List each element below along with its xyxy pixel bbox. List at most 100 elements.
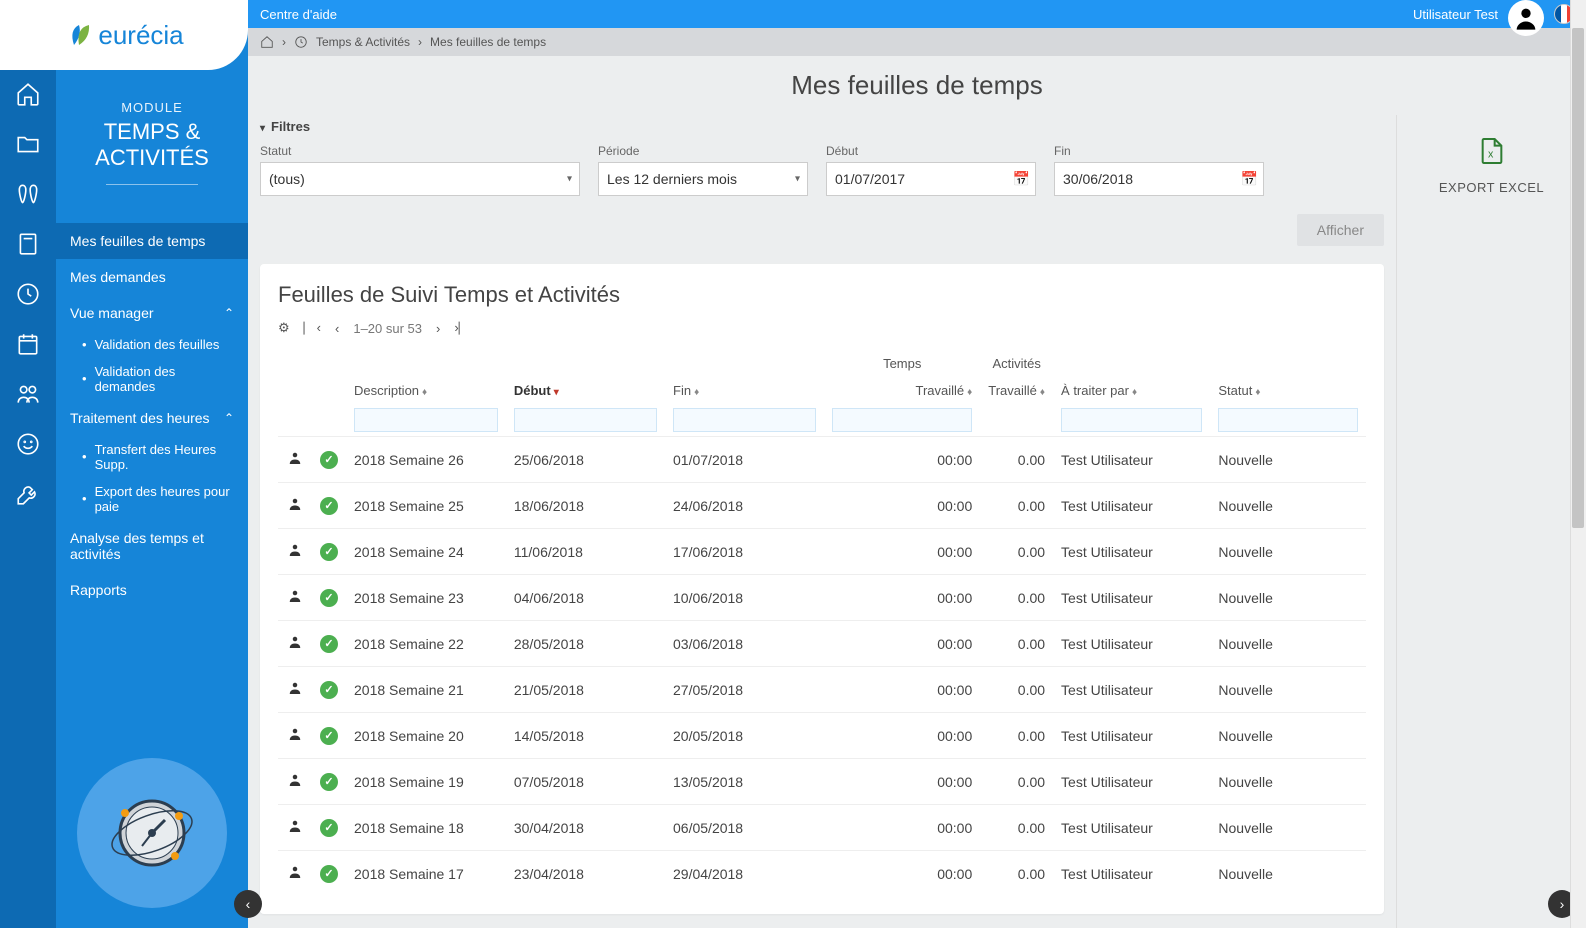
- help-link[interactable]: Centre d'aide: [260, 7, 337, 22]
- table-row[interactable]: 2018 Semaine 17 23/04/2018 29/04/2018 00…: [278, 851, 1366, 897]
- nav-sub-validation-feuilles[interactable]: Validation des feuilles: [56, 331, 248, 358]
- person-icon: [286, 776, 304, 792]
- people-icon[interactable]: [14, 380, 42, 408]
- cell-fin: 27/05/2018: [665, 667, 824, 713]
- wrench-icon[interactable]: [14, 480, 42, 508]
- cell-fin: 10/06/2018: [665, 575, 824, 621]
- table-row[interactable]: 2018 Semaine 26 25/06/2018 01/07/2018 00…: [278, 437, 1366, 483]
- th-label: Statut: [1218, 383, 1252, 398]
- cell-description: 2018 Semaine 19: [346, 759, 506, 805]
- filter-fin-col[interactable]: [673, 408, 816, 432]
- nav-label: Mes demandes: [70, 269, 166, 285]
- cell-description: 2018 Semaine 25: [346, 483, 506, 529]
- nav-sub-export-paie[interactable]: Export des heures pour paie: [56, 478, 248, 520]
- th-statut[interactable]: Statut♦: [1210, 377, 1366, 404]
- nav-item-traitement[interactable]: Traitement des heures⌃: [56, 400, 248, 436]
- cell-description: 2018 Semaine 18: [346, 805, 506, 851]
- th-fin[interactable]: Fin♦: [665, 377, 824, 404]
- clock-icon[interactable]: [14, 280, 42, 308]
- last-page-icon[interactable]: ›⎸: [454, 320, 471, 336]
- filter-temps[interactable]: [832, 408, 972, 432]
- clock-icon[interactable]: [294, 35, 308, 49]
- table-row[interactable]: 2018 Semaine 19 07/05/2018 13/05/2018 00…: [278, 759, 1366, 805]
- cell-statut: Nouvelle: [1210, 621, 1366, 667]
- filter-statut[interactable]: [260, 162, 580, 196]
- nav-item-feuilles[interactable]: Mes feuilles de temps: [56, 223, 248, 259]
- filter-debut[interactable]: [826, 162, 1036, 196]
- cell-fin: 13/05/2018: [665, 759, 824, 805]
- filter-a-traiter[interactable]: [1061, 408, 1202, 432]
- th-temps-travaille[interactable]: Travaillé♦: [824, 377, 980, 404]
- home-icon[interactable]: [260, 35, 274, 49]
- logo[interactable]: eurécia: [0, 0, 248, 70]
- cell-fin: 17/06/2018: [665, 529, 824, 575]
- breadcrumb-sep: ›: [418, 35, 422, 49]
- next-page-icon[interactable]: ›: [436, 321, 440, 336]
- export-label[interactable]: EXPORT EXCEL: [1407, 180, 1576, 195]
- table-row[interactable]: 2018 Semaine 21 21/05/2018 27/05/2018 00…: [278, 667, 1366, 713]
- table-row[interactable]: 2018 Semaine 18 30/04/2018 06/05/2018 00…: [278, 805, 1366, 851]
- afficher-button[interactable]: Afficher: [1297, 214, 1384, 246]
- cell-statut: Nouvelle: [1210, 759, 1366, 805]
- cell-debut: 11/06/2018: [506, 529, 665, 575]
- flipflop-icon[interactable]: [14, 180, 42, 208]
- check-circle-icon: [320, 819, 338, 837]
- table-row[interactable]: 2018 Semaine 25 18/06/2018 24/06/2018 00…: [278, 483, 1366, 529]
- page-title: Mes feuilles de temps: [248, 56, 1586, 115]
- scrollbar-thumb[interactable]: [1572, 28, 1584, 528]
- cell-a-traiter: Test Utilisateur: [1053, 437, 1210, 483]
- cell-description: 2018 Semaine 22: [346, 621, 506, 667]
- cell-description: 2018 Semaine 23: [346, 575, 506, 621]
- nav-sub-validation-demandes[interactable]: Validation des demandes: [56, 358, 248, 400]
- cell-a-traiter: Test Utilisateur: [1053, 575, 1210, 621]
- sidebar: eurécia MODULE TEMPS & ACTIVITÉS Mes feu…: [56, 0, 248, 928]
- scrollbar[interactable]: [1570, 0, 1586, 928]
- filters-toggle[interactable]: Filtres: [260, 115, 1384, 138]
- gear-icon[interactable]: ⚙: [278, 320, 290, 336]
- person-icon: [286, 454, 304, 470]
- breadcrumb-part[interactable]: Temps & Activités: [316, 35, 410, 49]
- home-icon[interactable]: [14, 80, 42, 108]
- th-debut[interactable]: Début▾: [506, 377, 665, 404]
- nav-sub-transfert[interactable]: Transfert des Heures Supp.: [56, 436, 248, 478]
- filter-periode[interactable]: [598, 162, 808, 196]
- nav-item-rapports[interactable]: Rapports: [56, 572, 248, 608]
- avatar[interactable]: [1508, 0, 1544, 36]
- table-row[interactable]: 2018 Semaine 20 14/05/2018 20/05/2018 00…: [278, 713, 1366, 759]
- table-row[interactable]: 2018 Semaine 22 28/05/2018 03/06/2018 00…: [278, 621, 1366, 667]
- nav-item-analyse[interactable]: Analyse des temps et activités: [56, 520, 248, 572]
- th-act-travaille[interactable]: Travaillé♦: [980, 377, 1053, 404]
- nav-item-vue-manager[interactable]: Vue manager⌃: [56, 295, 248, 331]
- cell-temps: 00:00: [824, 759, 980, 805]
- filter-statut-col[interactable]: [1218, 408, 1358, 432]
- filter-debut-col[interactable]: [514, 408, 657, 432]
- timesheet-table: Temps Activités Description♦ Début▾ Fin♦…: [278, 350, 1366, 896]
- icon-rail: [0, 0, 56, 928]
- cell-a-traiter: Test Utilisateur: [1053, 483, 1210, 529]
- calendar-icon[interactable]: [14, 330, 42, 358]
- breadcrumb-part[interactable]: Mes feuilles de temps: [430, 35, 546, 49]
- th-a-traiter[interactable]: À traiter par♦: [1053, 377, 1210, 404]
- user-name[interactable]: Utilisateur Test: [1413, 7, 1498, 22]
- prev-page-icon[interactable]: ‹: [335, 321, 339, 336]
- table-row[interactable]: 2018 Semaine 24 11/06/2018 17/06/2018 00…: [278, 529, 1366, 575]
- cell-activites: 0.00: [980, 437, 1053, 483]
- person-icon: [286, 500, 304, 516]
- filter-description[interactable]: [354, 408, 498, 432]
- person-icon: [286, 822, 304, 838]
- table-row[interactable]: 2018 Semaine 23 04/06/2018 10/06/2018 00…: [278, 575, 1366, 621]
- collapse-sidebar-button[interactable]: ‹: [234, 890, 262, 918]
- th-description[interactable]: Description♦: [346, 377, 506, 404]
- filter-fin[interactable]: [1054, 162, 1264, 196]
- nav-item-demandes[interactable]: Mes demandes: [56, 259, 248, 295]
- calculator-icon[interactable]: [14, 230, 42, 258]
- person-icon: [286, 684, 304, 700]
- smile-icon[interactable]: [14, 430, 42, 458]
- folder-icon[interactable]: [14, 130, 42, 158]
- excel-icon[interactable]: x: [1476, 135, 1508, 167]
- svg-text:x: x: [1488, 149, 1494, 161]
- cell-description: 2018 Semaine 17: [346, 851, 506, 897]
- first-page-icon[interactable]: ⎸‹: [304, 320, 321, 336]
- cell-temps: 00:00: [824, 667, 980, 713]
- cell-description: 2018 Semaine 24: [346, 529, 506, 575]
